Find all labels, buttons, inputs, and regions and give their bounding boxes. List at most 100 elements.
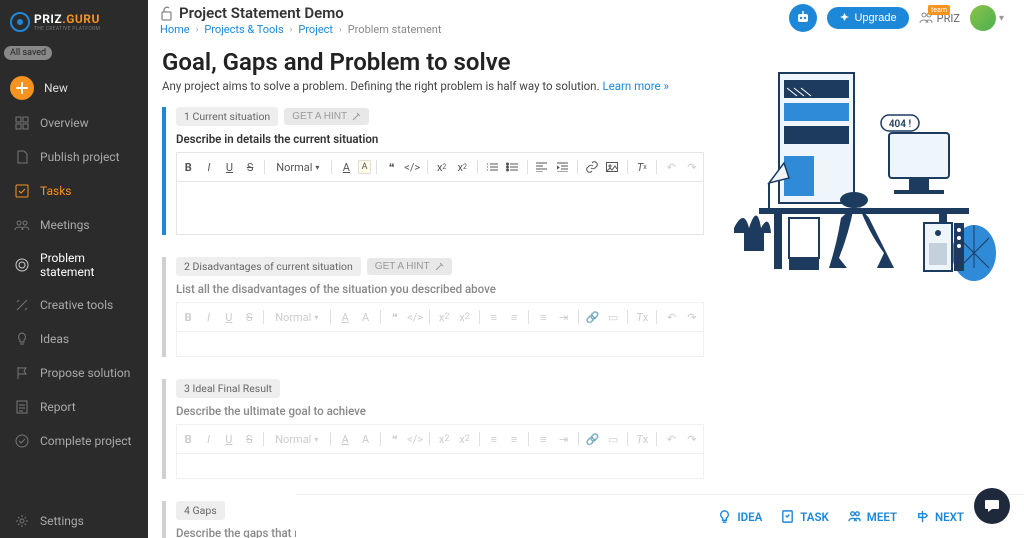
bold-button[interactable]: B [179,157,198,177]
clear-format-button[interactable]: Tx [632,157,651,177]
paragraph-select[interactable]: Normal▾ [269,433,325,446]
hint-button[interactable]: GET A HINT [367,258,452,275]
clear-button[interactable]: Tx [633,307,651,327]
superscript-button[interactable]: x2 [455,307,473,327]
nav-new[interactable]: New [0,70,148,106]
paragraph-select[interactable]: Normal▾ [270,161,326,174]
bold-button[interactable]: B [179,429,197,449]
subscript-button[interactable]: x2 [432,157,451,177]
clear-button[interactable]: Tx [633,429,651,449]
italic-button[interactable]: I [200,157,219,177]
quote-button[interactable]: ❝ [386,429,404,449]
strike-button[interactable]: S [241,157,260,177]
code-button[interactable]: </> [406,429,424,449]
italic-button[interactable]: I [199,429,217,449]
learn-more-link[interactable]: Learn more » [602,79,668,93]
highlight-button[interactable]: A [356,429,374,449]
nav-label: Creative tools [40,298,113,312]
undo-button[interactable]: ↶ [662,307,680,327]
image-button[interactable]: ▭ [604,429,622,449]
nav-report[interactable]: Report [0,390,148,424]
redo-button[interactable]: ↷ [683,307,701,327]
quote-button[interactable]: ❝ [386,307,404,327]
redo-button[interactable]: ↷ [683,429,701,449]
nav-publish[interactable]: Publish project [0,140,148,174]
editor-body[interactable] [176,453,704,479]
idea-button[interactable]: IDEA [717,509,762,524]
nav-creative-tools[interactable]: Creative tools [0,288,148,322]
align-button[interactable]: ≡ [534,429,552,449]
next-button[interactable]: NEXT [915,509,964,524]
indent-button[interactable] [553,157,572,177]
code-button[interactable]: </> [406,307,424,327]
strike-button[interactable]: S [240,307,258,327]
assistant-avatar[interactable] [789,4,817,32]
unlock-icon [160,6,173,21]
redo-button[interactable]: ↷ [683,157,702,177]
nav-label: Publish project [40,150,120,164]
editor-body[interactable] [176,181,704,235]
nav-complete[interactable]: Complete project [0,424,148,458]
editor-body[interactable] [176,331,704,357]
chat-fab[interactable] [974,488,1010,524]
subscript-button[interactable]: x2 [435,429,453,449]
unordered-list-button[interactable] [503,157,522,177]
superscript-button[interactable]: x2 [455,429,473,449]
undo-button[interactable]: ↶ [662,157,681,177]
link-button[interactable]: 🔗 [584,307,602,327]
undo-button[interactable]: ↶ [662,429,680,449]
text-color-button[interactable]: A [337,157,356,177]
nav-ideas[interactable]: Ideas [0,322,148,356]
paragraph-select[interactable]: Normal▾ [269,311,325,324]
bold-button[interactable]: B [179,307,197,327]
underline-button[interactable]: U [220,429,238,449]
indent-button[interactable]: ⇥ [554,429,572,449]
link-button[interactable] [582,157,601,177]
indent-button[interactable]: ⇥ [554,307,572,327]
workspace-switcher[interactable]: team PRIZ [919,12,960,25]
subscript-button[interactable]: x2 [435,307,453,327]
image-button[interactable]: ▭ [604,307,622,327]
hint-button[interactable]: GET A HINT [284,108,369,125]
upgrade-button[interactable]: Upgrade [827,7,908,29]
highlight-button[interactable]: A [358,160,372,174]
bc-projects[interactable]: Projects & Tools [204,23,283,36]
strike-button[interactable]: S [240,429,258,449]
header: Project Statement Demo Home › Projects &… [148,0,1024,40]
ordered-list-button[interactable] [482,157,501,177]
underline-button[interactable]: U [220,307,238,327]
nav-propose[interactable]: Propose solution [0,356,148,390]
superscript-button[interactable]: x2 [453,157,472,177]
bc-home[interactable]: Home [160,23,190,36]
image-button[interactable] [603,157,622,177]
ol-button[interactable]: ≡ [485,429,503,449]
task-button[interactable]: TASK [780,509,829,524]
nav-meetings[interactable]: Meetings [0,208,148,242]
nav-tasks[interactable]: Tasks [0,174,148,208]
nav-label: Settings [40,514,84,528]
user-menu[interactable]: ▾ [970,5,1004,31]
ul-button[interactable]: ≡ [505,429,523,449]
nav-overview[interactable]: Overview [0,106,148,140]
flag-icon [14,365,30,381]
nav-problem-statement[interactable]: Problem statement [0,242,148,288]
underline-button[interactable]: U [220,157,239,177]
italic-button[interactable]: I [199,307,217,327]
bc-project[interactable]: Project [298,23,333,36]
nav-label: Tasks [40,184,72,198]
quote-button[interactable]: ❝ [382,157,401,177]
link-button[interactable]: 🔗 [584,429,602,449]
ul-button[interactable]: ≡ [505,307,523,327]
logo[interactable]: PRIZ.GURU THE CREATIVE PLATFORM [0,6,148,38]
align-button[interactable] [532,157,551,177]
text-color-button[interactable]: A [336,307,354,327]
ol-button[interactable]: ≡ [485,307,503,327]
highlight-button[interactable]: A [356,307,374,327]
text-color-button[interactable]: A [336,429,354,449]
main: Project Statement Demo Home › Projects &… [148,0,1024,538]
meet-button[interactable]: MEET [847,509,897,524]
align-button[interactable]: ≡ [534,307,552,327]
content: Goal, Gaps and Problem to solve Any proj… [148,40,1024,538]
nav-settings[interactable]: Settings [0,504,148,538]
code-button[interactable]: </> [403,157,422,177]
